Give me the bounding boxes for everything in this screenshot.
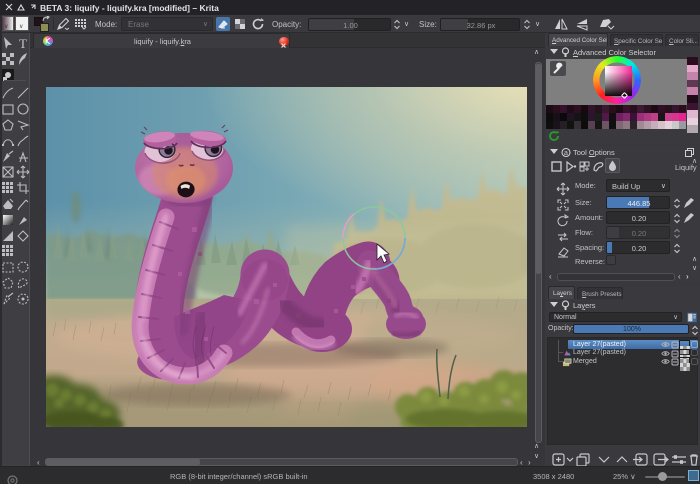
svg-text:T: T bbox=[19, 36, 27, 50]
svg-text:a: a bbox=[564, 150, 568, 157]
